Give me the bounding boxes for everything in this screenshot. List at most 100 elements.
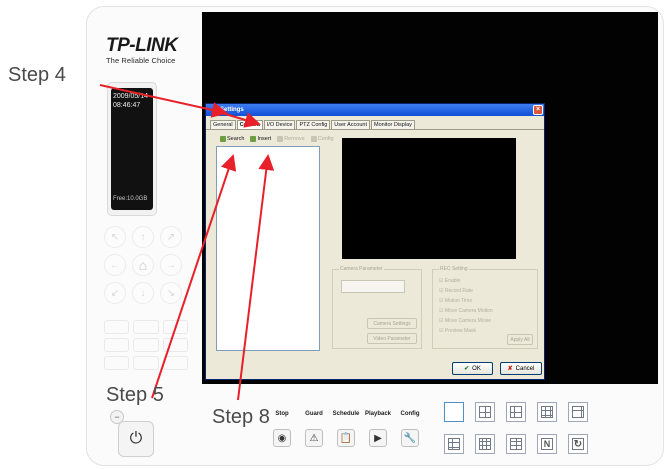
step-5-label: Step 5: [106, 384, 164, 406]
tab-ptz-config[interactable]: PTZ Config: [296, 120, 331, 129]
option-button[interactable]: [104, 356, 130, 370]
insert-button[interactable]: Insert: [250, 136, 271, 142]
ptz-up-button[interactable]: ↑: [132, 226, 154, 248]
dot-indicators: [633, 403, 647, 413]
schedule-icon: 📋: [337, 429, 355, 447]
motion-detect-label: Move Camera Motion: [444, 308, 493, 314]
tab-general[interactable]: General: [210, 120, 236, 129]
warning-icon: ⚠: [305, 429, 323, 447]
dialog-titlebar: Settings ×: [206, 104, 544, 116]
layout-13-button[interactable]: [444, 434, 464, 454]
dialog-tabs: General Camera I/O Device PTZ Config Use…: [206, 116, 544, 130]
move-record-label: Move Camera Movie: [444, 318, 492, 324]
brand-name: TP-LINK: [106, 35, 178, 56]
mode-stop-label: Stop: [275, 411, 289, 417]
layout-4-button[interactable]: [475, 402, 495, 422]
ptz-up-left-button[interactable]: ↖: [104, 226, 126, 248]
wrench-icon: 🔧: [401, 429, 419, 447]
mode-config[interactable]: Config 🔧: [398, 411, 422, 447]
device-toolbar: Search Insert Remove Config: [220, 136, 334, 142]
mode-schedule[interactable]: Schedule 📋: [332, 411, 360, 447]
camera-parameter-label: Camera Parameter: [339, 266, 384, 272]
ok-label: OK: [472, 365, 481, 372]
config-button[interactable]: Config: [310, 136, 334, 142]
layout-1-button[interactable]: [444, 402, 464, 422]
layout-cycle-button[interactable]: ↻: [568, 434, 588, 454]
motion-detect-checkbox[interactable]: ☑ Move Camera Motion: [439, 308, 537, 316]
ptz-options: [104, 320, 188, 374]
search-icon: [220, 136, 226, 142]
record-rate-field[interactable]: ☑ Record Rate: [439, 288, 537, 296]
search-button[interactable]: Search: [220, 136, 244, 142]
apply-all-button[interactable]: Apply All: [507, 334, 533, 345]
ptz-left-button[interactable]: ←: [104, 254, 126, 276]
camera-list[interactable]: [216, 146, 320, 351]
tab-io-device[interactable]: I/O Device: [263, 120, 296, 129]
tab-camera[interactable]: Camera: [236, 120, 263, 129]
ptz-down-left-button[interactable]: ↙: [104, 282, 126, 304]
layout-grid-button[interactable]: [506, 434, 526, 454]
record-rate-label: Record Rate: [444, 288, 473, 294]
stop-icon: ◉: [273, 429, 291, 447]
mode-stop[interactable]: Stop ◉: [270, 411, 294, 447]
tab-monitor-display[interactable]: Monitor Display: [371, 120, 415, 129]
step-4-label: Step 4: [8, 64, 66, 86]
cancel-icon: ✘: [507, 366, 513, 372]
option-button[interactable]: [133, 320, 159, 334]
mode-schedule-label: Schedule: [332, 411, 360, 417]
layout-9-button[interactable]: [537, 402, 557, 422]
option-button[interactable]: [133, 356, 159, 370]
brand-logo: TP-LINK The Reliable Choice: [106, 35, 178, 66]
layout-10-button[interactable]: [568, 402, 588, 422]
cancel-label: Cancel: [515, 365, 535, 372]
config-label: Config: [317, 136, 334, 142]
option-button[interactable]: [133, 338, 159, 352]
layout-n-button[interactable]: N: [537, 434, 557, 454]
camera-preview: [342, 138, 516, 259]
cancel-button[interactable]: ✘ Cancel: [500, 362, 542, 375]
enable-label: Enable: [444, 278, 461, 284]
camera-parameter-field[interactable]: [341, 280, 405, 293]
camera-settings-button[interactable]: Camera Settings: [367, 318, 417, 329]
mode-config-label: Config: [400, 411, 420, 417]
power-button[interactable]: ⏻: [118, 421, 154, 457]
rec-setting-label: REC Setting: [439, 266, 469, 272]
status-time: 08:46:47: [113, 102, 141, 109]
camera-parameter-group: Camera Parameter Camera Settings Video P…: [332, 266, 422, 349]
close-icon[interactable]: ×: [533, 105, 543, 115]
option-button[interactable]: [104, 320, 130, 334]
brand-tagline: The Reliable Choice: [106, 56, 176, 65]
remove-button[interactable]: Remove: [277, 136, 305, 142]
layout-selector: N ↻: [444, 402, 588, 454]
layout-16-button[interactable]: [475, 434, 495, 454]
layout-6-button[interactable]: [506, 402, 526, 422]
remove-icon: [277, 136, 284, 142]
motion-time-field[interactable]: ☑ Motion Time: [439, 298, 537, 306]
search-label: Search: [227, 136, 245, 142]
ptz-right-button[interactable]: →: [160, 254, 182, 276]
mode-playback[interactable]: Playback ▶: [364, 411, 392, 447]
enable-checkbox[interactable]: ☑ Enable: [439, 278, 537, 286]
play-icon: ▶: [369, 429, 387, 447]
ptz-up-right-button[interactable]: ↗: [160, 226, 182, 248]
ptz-down-button[interactable]: ↓: [132, 282, 154, 304]
config-icon: [310, 136, 317, 142]
status-display: 2009/05/14 08:46:47 Free:10.0GB: [107, 82, 157, 216]
option-button[interactable]: [162, 320, 188, 334]
move-record-checkbox[interactable]: ☑ Move Camera Movie: [439, 318, 537, 326]
status-date: 2009/05/14: [113, 93, 149, 100]
option-button[interactable]: [104, 338, 130, 352]
check-icon: ✔: [464, 366, 470, 372]
app-stage: TP-LINK The Reliable Choice 2009/05/14 0…: [0, 0, 670, 470]
mode-playback-label: Playback: [364, 411, 392, 417]
ptz-down-right-button[interactable]: ↘: [160, 282, 182, 304]
mode-guard[interactable]: Guard ⚠: [302, 411, 326, 447]
ok-button[interactable]: ✔ OK: [452, 362, 493, 375]
tab-user-account[interactable]: User Account: [331, 120, 370, 129]
mode-bar: Stop ◉ Guard ⚠ Schedule 📋 Playback ▶ Con…: [270, 411, 422, 447]
ptz-home-icon[interactable]: ⌂: [132, 254, 154, 276]
preview-mask-label: Preview Mask: [444, 328, 476, 334]
option-button[interactable]: [162, 338, 188, 352]
option-button[interactable]: [162, 356, 188, 370]
video-parameter-button[interactable]: Video Parameter: [367, 333, 417, 344]
